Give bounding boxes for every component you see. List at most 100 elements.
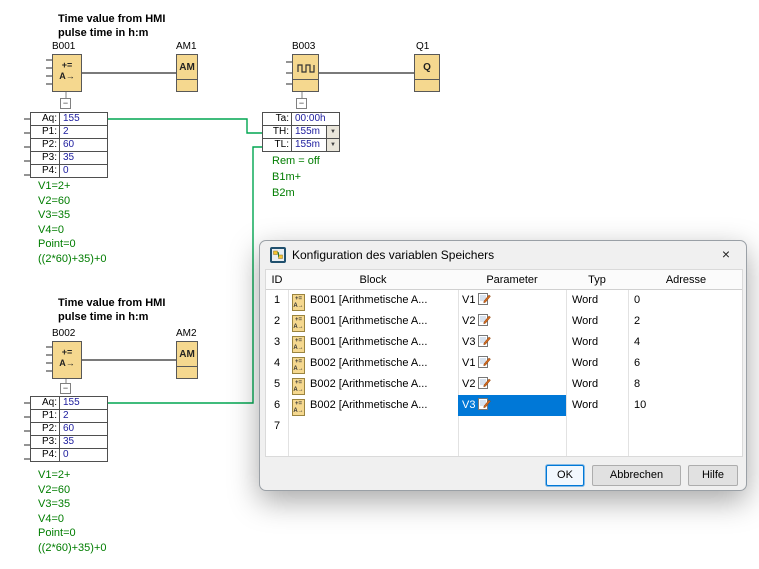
parameter-name: V3 [462, 336, 475, 348]
param-label: TH: [263, 126, 292, 138]
block-am1[interactable]: AM [176, 54, 198, 92]
param-value: 155m [292, 139, 326, 151]
param-label: P3: [31, 152, 60, 164]
block-name: B002 [Arithmetische A... [310, 357, 427, 369]
ok-button[interactable]: OK [546, 465, 584, 486]
param-label: Ta: [263, 113, 292, 125]
cell-typ: Word [566, 395, 628, 416]
block-am2[interactable]: AM [176, 341, 198, 379]
block-q1[interactable]: Q [414, 54, 440, 92]
cell-adresse: 4 [628, 332, 743, 353]
param-value: 60 [60, 139, 107, 151]
dropdown-arrow-icon[interactable]: ▼ [326, 126, 339, 138]
block-name: B002 [Arithmetische A... [310, 399, 427, 411]
param-label: P3: [31, 436, 60, 448]
cell-id: 3 [266, 332, 288, 353]
collapse-toggle-b001[interactable]: − [60, 98, 71, 109]
param-box-b001: Aq: 155 P1: 2 P2: 60 P3: 35 P4: 0 [30, 112, 108, 178]
edit-icon[interactable] [478, 334, 491, 347]
edit-icon[interactable] [478, 355, 491, 368]
table-row[interactable]: 6 +=A→B002 [Arithmetische A... V3 Word 1… [266, 395, 742, 416]
param-value: 35 [60, 152, 107, 164]
cell-adresse: 0 [628, 290, 743, 311]
arithmetic-block-icon: +=A→ [292, 336, 305, 353]
cell-id: 5 [266, 374, 288, 395]
param-label: P4: [31, 165, 60, 177]
param-row-aq[interactable]: Aq: 155 [30, 396, 108, 410]
block-divider [177, 366, 197, 367]
param-row-p2[interactable]: P2: 60 [30, 138, 108, 152]
param-row-p1[interactable]: P1: 2 [30, 125, 108, 139]
cell-parameter[interactable]: V2 [458, 374, 566, 395]
param-row-p3[interactable]: P3: 35 [30, 151, 108, 165]
edit-icon[interactable] [478, 313, 491, 326]
arith-top-glyph: += [53, 347, 81, 358]
table-row[interactable]: 7 [266, 416, 742, 437]
dialog-titlebar[interactable]: Konfiguration des variablen Speichers × [260, 241, 746, 269]
arithmetic-icon: += A→ [53, 342, 81, 369]
parameter-name: V1 [462, 294, 475, 306]
block-label-b003: B003 [292, 41, 315, 52]
block-b002[interactable]: += A→ [52, 341, 82, 379]
param-value: 00:00h [292, 113, 339, 125]
annotation-b002: V1=2+ V2=60 V3=35 V4=0 Point=0 ((2*60)+3… [38, 468, 107, 555]
help-button[interactable]: Hilfe [688, 465, 738, 486]
collapse-toggle-b002[interactable]: − [60, 383, 71, 394]
param-label: Aq: [31, 397, 60, 409]
param-row-aq[interactable]: Aq: 155 [30, 112, 108, 126]
cell-parameter[interactable]: V1 [458, 353, 566, 374]
param-value: 2 [60, 126, 107, 138]
param-row-p4[interactable]: P4: 0 [30, 164, 108, 178]
param-label: TL: [263, 139, 292, 151]
collapse-toggle-b003[interactable]: − [296, 98, 307, 109]
param-value: 2 [60, 410, 107, 422]
column-header-block: Block [288, 270, 458, 290]
edit-icon[interactable] [478, 376, 491, 389]
close-icon[interactable]: × [717, 245, 735, 263]
table-row[interactable]: 1 +=A→B001 [Arithmetische A... V1 Word 0 [266, 290, 742, 311]
param-row-p2[interactable]: P2: 60 [30, 422, 108, 436]
param-row-p1[interactable]: P1: 2 [30, 409, 108, 423]
param-label: P2: [31, 423, 60, 435]
cancel-button[interactable]: Abbrechen [592, 465, 681, 486]
table-row[interactable]: 4 +=A→B002 [Arithmetische A... V1 Word 6 [266, 353, 742, 374]
param-value: 155m [292, 126, 326, 138]
arithmetic-block-icon: +=A→ [292, 294, 305, 311]
arithmetic-block-icon: +=A→ [292, 378, 305, 395]
block-name: B001 [Arithmetische A... [310, 336, 427, 348]
cell-parameter[interactable]: V1 [458, 290, 566, 311]
edit-icon[interactable] [478, 397, 491, 410]
am-block-text: AM [177, 55, 197, 79]
param-label: P4: [31, 449, 60, 461]
arithmetic-icon: += A→ [53, 55, 81, 82]
cell-parameter[interactable]: V2 [458, 311, 566, 332]
parameter-name: V3 [462, 399, 475, 411]
table-row[interactable]: 2 +=A→B001 [Arithmetische A... V2 Word 2 [266, 311, 742, 332]
dropdown-arrow-icon[interactable]: ▼ [326, 139, 339, 151]
cell-parameter-selected[interactable]: V3 [458, 395, 566, 416]
block-name: B001 [Arithmetische A... [310, 294, 427, 306]
table-row[interactable]: 5 +=A→B002 [Arithmetische A... V2 Word 8 [266, 374, 742, 395]
cell-typ: Word [566, 353, 628, 374]
cell-id: 1 [266, 290, 288, 311]
cell-typ: Word [566, 311, 628, 332]
param-row-tl[interactable]: TL: 155m ▼ [262, 138, 340, 152]
param-label: P1: [31, 126, 60, 138]
block-b003[interactable] [292, 54, 319, 92]
param-row-th[interactable]: TH: 155m ▼ [262, 125, 340, 139]
param-row-p4[interactable]: P4: 0 [30, 448, 108, 462]
block-name: B002 [Arithmetische A... [310, 378, 427, 390]
block-b001[interactable]: += A→ [52, 54, 82, 92]
param-row-ta[interactable]: Ta: 00:00h [262, 112, 340, 126]
param-value: 0 [60, 449, 107, 461]
cell-block: +=A→ B002 [Arithmetische A... [288, 374, 458, 395]
cell-block: +=A→B002 [Arithmetische A... [288, 395, 458, 416]
arithmetic-block-icon: +=A→ [292, 315, 305, 332]
cell-adresse: 2 [628, 311, 743, 332]
annotation-b001: V1=2+ V2=60 V3=35 V4=0 Point=0 ((2*60)+3… [38, 179, 107, 266]
cell-parameter[interactable]: V3 [458, 332, 566, 353]
param-row-p3[interactable]: P3: 35 [30, 435, 108, 449]
cell-block: +=A→B001 [Arithmetische A... [288, 311, 458, 332]
table-row[interactable]: 3 +=A→B001 [Arithmetische A... V3 Word 4 [266, 332, 742, 353]
edit-icon[interactable] [478, 292, 491, 305]
